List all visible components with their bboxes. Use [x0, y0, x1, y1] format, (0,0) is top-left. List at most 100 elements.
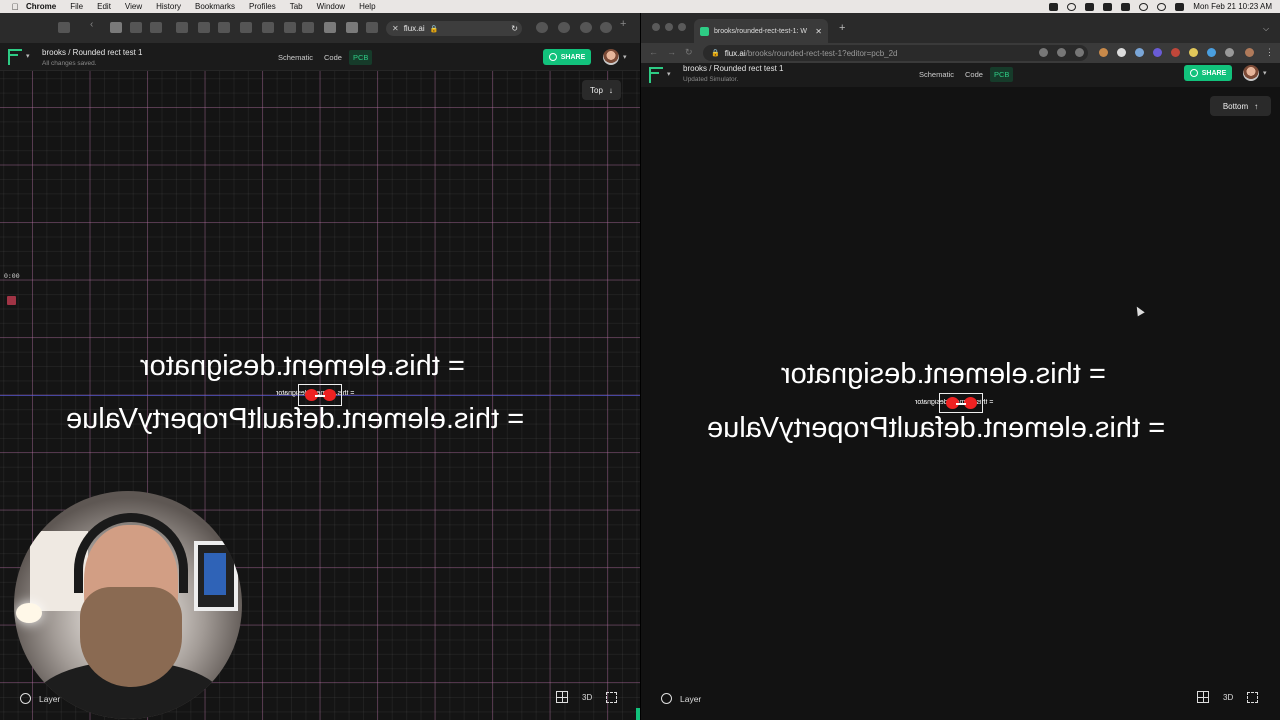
back-icon[interactable]: ‹ [90, 19, 102, 30]
fullscreen-icon[interactable] [1247, 691, 1259, 703]
tab-schematic[interactable]: Schematic [915, 67, 958, 82]
menu-help[interactable]: Help [359, 2, 375, 11]
pcb-canvas-bottom[interactable]: Bottom ↑ = this.element.designator = thi… [641, 87, 1280, 720]
tab-pcb[interactable]: PCB [348, 50, 373, 65]
menu-file[interactable]: File [70, 2, 83, 11]
avatar[interactable] [603, 49, 619, 65]
extension-icon-6[interactable] [1189, 48, 1198, 57]
reload-icon[interactable]: ↻ [685, 47, 693, 58]
install-icon[interactable] [1039, 48, 1048, 57]
extensions-puzzle-icon[interactable] [1225, 48, 1234, 57]
extension-icon-2[interactable] [1117, 48, 1126, 57]
maximize-window-icon[interactable] [678, 23, 686, 31]
avatar-menu-icon[interactable]: ▾ [1263, 69, 1267, 77]
component-footprint[interactable] [939, 393, 983, 413]
extension-icon-3[interactable] [600, 22, 612, 33]
menu-dots-icon[interactable]: ⋮ [1265, 47, 1274, 58]
bookmark-star-icon[interactable] [1075, 48, 1084, 57]
menubar-clock[interactable]: Mon Feb 21 10:23 AM [1193, 2, 1272, 11]
close-window-icon[interactable] [652, 23, 660, 31]
new-tab-icon[interactable]: + [620, 18, 632, 30]
menu-bookmarks[interactable]: Bookmarks [195, 2, 235, 11]
search-icon[interactable] [1157, 2, 1167, 11]
tab-icon-6[interactable] [218, 22, 230, 33]
view-top-button[interactable]: Top ↓ [582, 80, 621, 100]
dropbox-icon[interactable] [1049, 2, 1059, 11]
tab-icon-3[interactable] [150, 22, 162, 33]
share-button[interactable]: SHARE [543, 49, 591, 65]
extension-icon-5[interactable] [1171, 48, 1180, 57]
layer-button[interactable]: Layer [20, 693, 60, 704]
tab-schematic[interactable]: Schematic [274, 50, 317, 65]
view-3d-button[interactable]: 3D [1223, 693, 1233, 702]
share-page-icon[interactable] [1057, 48, 1066, 57]
omnibox[interactable]: 🔒 flux.ai/brooks/rounded-rect-test-1?edi… [703, 45, 1088, 61]
menu-window[interactable]: Window [317, 2, 345, 11]
document-icon[interactable] [1085, 2, 1095, 11]
chevron-down-icon[interactable]: ▾ [26, 52, 30, 60]
left-browser-window: ‹ ✕ flux.ai 🔒 ↻ + ▾ brooks / Rounded rec… [0, 13, 640, 720]
tab-search-icon[interactable]: ⌵ [1263, 24, 1269, 34]
close-icon[interactable]: ✕ [392, 24, 399, 33]
tab-pcb[interactable]: PCB [989, 67, 1014, 82]
tab-icon-11[interactable] [324, 22, 336, 33]
simulator-status: Updated Simulator. [683, 76, 739, 83]
avatar[interactable] [1243, 65, 1259, 81]
apple-icon[interactable]:  [10, 2, 20, 12]
settings-icon[interactable] [1067, 2, 1077, 11]
extension-icon-1[interactable] [558, 22, 570, 33]
browser-tab[interactable]: brooks/rounded-rect-test-1: W ✕ [694, 19, 828, 43]
tab-code[interactable]: Code [320, 50, 346, 65]
tab-icon-9[interactable] [284, 22, 296, 33]
view-3d-button[interactable]: 3D [582, 693, 592, 702]
extension-icon-3[interactable] [1135, 48, 1144, 57]
tab-icon-7[interactable] [240, 22, 252, 33]
control-center-icon[interactable] [1175, 2, 1185, 11]
image-icon[interactable] [1103, 2, 1113, 11]
tab-icon-13[interactable] [366, 22, 378, 33]
extension-icon-7[interactable] [1207, 48, 1216, 57]
flux-logo-icon[interactable] [649, 67, 663, 83]
extension-icon-4[interactable] [1153, 48, 1162, 57]
project-title[interactable]: brooks / Rounded rect test 1 [42, 48, 143, 57]
profile-icon[interactable] [1245, 48, 1254, 57]
avatar-menu-icon[interactable]: ▾ [623, 53, 627, 61]
tab-icon-4[interactable] [176, 22, 188, 33]
tab-icon-10[interactable] [302, 22, 314, 33]
tab-icon-12[interactable] [346, 22, 358, 33]
share-button[interactable]: SHARE [1184, 65, 1232, 81]
extension-icon-2[interactable] [580, 22, 592, 33]
flux-logo-icon[interactable] [8, 49, 22, 65]
tab-icon-5[interactable] [198, 22, 210, 33]
menu-profiles[interactable]: Profiles [249, 2, 276, 11]
tab-code[interactable]: Code [961, 67, 987, 82]
new-tab-icon[interactable]: + [839, 22, 845, 34]
reload-icon[interactable]: ↻ [511, 24, 518, 33]
download-icon[interactable] [536, 22, 548, 33]
grid-icon[interactable] [1197, 691, 1209, 703]
grid-icon[interactable] [556, 691, 568, 703]
menu-tab[interactable]: Tab [290, 2, 303, 11]
tab-icon-1[interactable] [110, 22, 122, 33]
project-title[interactable]: brooks / Rounded rect test 1 [683, 64, 784, 73]
menu-view[interactable]: View [125, 2, 142, 11]
tab-icon-2[interactable] [130, 22, 142, 33]
record-icon[interactable] [1139, 2, 1149, 11]
view-bottom-button[interactable]: Bottom ↑ [1210, 96, 1271, 116]
tab-icon-8[interactable] [262, 22, 274, 33]
menu-chrome[interactable]: Chrome [26, 2, 56, 11]
fullscreen-icon[interactable] [606, 691, 618, 703]
address-bar[interactable]: ✕ flux.ai 🔒 ↻ [386, 21, 522, 36]
close-tab-icon[interactable]: ✕ [815, 27, 822, 36]
extension-icon-1[interactable] [1099, 48, 1108, 57]
back-icon[interactable]: ← [649, 47, 658, 57]
editor-tabs: Schematic Code PCB [915, 67, 1014, 82]
forward-icon[interactable]: → [667, 47, 676, 57]
layer-button[interactable]: Layer [661, 693, 701, 704]
minimize-window-icon[interactable] [665, 23, 673, 31]
sidebar-icon[interactable] [58, 22, 70, 33]
menu-edit[interactable]: Edit [97, 2, 111, 11]
display-icon[interactable] [1121, 2, 1131, 11]
menu-history[interactable]: History [156, 2, 181, 11]
chevron-down-icon[interactable]: ▾ [667, 70, 671, 78]
